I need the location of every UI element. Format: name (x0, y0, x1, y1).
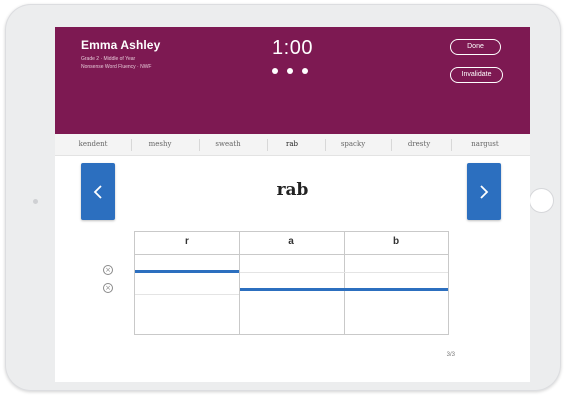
phoneme-grid: r a b (134, 231, 449, 335)
grid-header-divider (135, 254, 448, 255)
phoneme-score-bar[interactable] (240, 288, 448, 291)
clear-circle-icon[interactable]: × (103, 265, 113, 275)
word-divider (267, 139, 268, 151)
word-divider (131, 139, 132, 151)
phoneme-score-bar[interactable] (135, 270, 239, 273)
grid-row-divider (240, 272, 448, 273)
chevron-left-icon (93, 185, 102, 199)
word-strip: kendent meshy sweath rab spacky dresty n… (55, 134, 530, 156)
student-name: Emma Ashley (81, 38, 161, 52)
done-button[interactable]: Done (450, 39, 501, 55)
word-item-current[interactable]: rab (273, 140, 311, 148)
invalidate-button[interactable]: Invalidate (450, 67, 503, 83)
previous-word-button[interactable] (81, 163, 115, 220)
word-divider (199, 139, 200, 151)
progress-dot (287, 68, 293, 74)
phoneme-header[interactable]: b (344, 236, 448, 247)
tablet-camera (33, 199, 38, 204)
grid-row-divider (135, 294, 239, 295)
word-item[interactable]: spacky (331, 140, 375, 148)
word-item[interactable]: sweath (205, 140, 251, 148)
clear-circle-icon[interactable]: × (103, 283, 113, 293)
tablet-home-button[interactable] (529, 188, 554, 213)
word-item[interactable]: kendent (69, 140, 117, 148)
progress-dot (302, 68, 308, 74)
tablet-frame: Emma Ashley Grade 2 · Middle of Year Non… (5, 4, 561, 391)
word-divider (451, 139, 452, 151)
assessment-name: Nonsense Word Fluency · NWF (81, 64, 152, 70)
current-word: rab (276, 180, 309, 200)
chevron-right-icon (480, 185, 489, 199)
word-item[interactable]: meshy (138, 140, 182, 148)
progress-dot (272, 68, 278, 74)
word-item[interactable]: nargust (457, 140, 513, 148)
page-counter: 3/3 (446, 352, 455, 358)
assessment-header: Emma Ashley Grade 2 · Middle of Year Non… (55, 27, 530, 134)
word-divider (391, 139, 392, 151)
word-item[interactable]: dresty (397, 140, 441, 148)
app-screen: Emma Ashley Grade 2 · Middle of Year Non… (55, 27, 530, 382)
grid-column-divider (239, 232, 240, 334)
timer: 1:00 (272, 37, 313, 59)
phoneme-header[interactable]: r (135, 236, 239, 247)
progress-dots (272, 68, 314, 74)
phoneme-header[interactable]: a (239, 236, 343, 247)
grid-column-divider (344, 232, 345, 334)
student-grade: Grade 2 · Middle of Year (81, 56, 136, 62)
next-word-button[interactable] (467, 163, 501, 220)
word-divider (325, 139, 326, 151)
